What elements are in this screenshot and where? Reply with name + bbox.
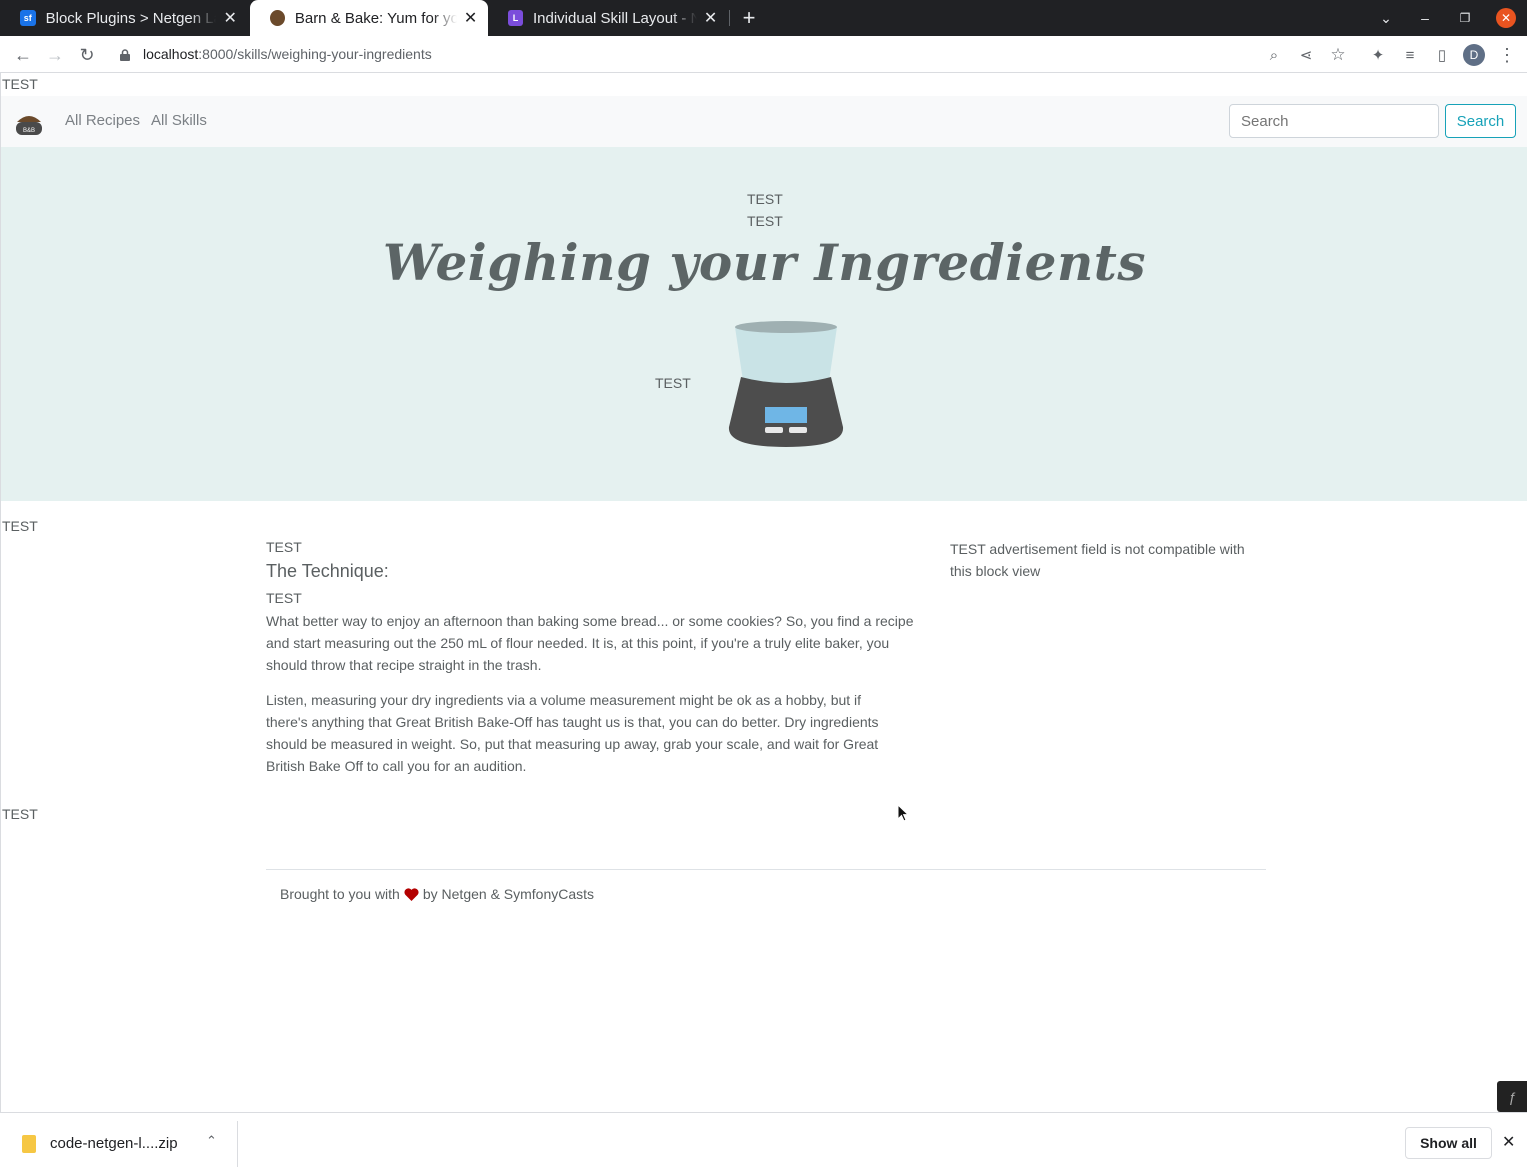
- media-control-icon[interactable]: ≡: [1397, 42, 1423, 68]
- minimize-icon[interactable]: –: [1405, 0, 1445, 36]
- main-content: TEST The Technique: TEST What better way…: [266, 538, 926, 778]
- close-window-button[interactable]: ✕: [1486, 0, 1526, 36]
- section-test-label: TEST: [2, 518, 38, 534]
- symfony-toolbar-toggle[interactable]: ƒ: [1497, 1081, 1527, 1112]
- barn-bake-favicon-icon: [270, 10, 285, 26]
- kitchen-scale-illustration: [725, 319, 847, 449]
- browser-tab-strip: sf Block Plugins > Netgen Layouts ✕ Barn…: [0, 0, 1527, 36]
- new-tab-icon[interactable]: +: [729, 0, 769, 36]
- sidebar-ad-notice: TEST advertisement field is not compatib…: [950, 541, 1245, 579]
- svg-text:B&B: B&B: [23, 128, 35, 134]
- browser-toolbar: ← → ↻ localhost:8000/skills/weighing-you…: [0, 36, 1527, 73]
- side-panel-icon[interactable]: ▯: [1429, 42, 1455, 68]
- tab-search-chevron-icon[interactable]: ⌄: [1366, 0, 1406, 36]
- chevron-up-icon[interactable]: ⌃: [206, 1133, 217, 1149]
- page-title: Weighing your Ingredients: [382, 233, 1147, 292]
- section-test-label: TEST: [2, 806, 38, 822]
- address-bar[interactable]: localhost:8000/skills/weighing-your-ingr…: [120, 41, 1260, 67]
- extensions-puzzle-icon[interactable]: ✦: [1365, 42, 1391, 68]
- downloads-bar: code-netgen-l....zip ⌃ Show all ✕: [0, 1112, 1527, 1173]
- content-test-label: TEST: [266, 539, 302, 555]
- netgen-layouts-favicon-icon: L: [508, 10, 523, 26]
- tab-barn-and-bake[interactable]: Barn & Bake: Yum for your tummy ✕: [250, 0, 488, 36]
- tab-title: Barn & Bake: Yum for your tummy: [294, 9, 458, 27]
- forward-arrow-icon[interactable]: →: [42, 42, 68, 68]
- url-path: :8000/skills/weighing-your-ingredients: [198, 46, 432, 62]
- back-arrow-icon[interactable]: ←: [10, 42, 36, 68]
- layout-test-label: TEST: [2, 76, 38, 92]
- tab-individual-skill-layout[interactable]: L Individual Skill Layout - Netgen Layou…: [488, 0, 728, 36]
- footer-credit: Brought to you with by Netgen & SymfonyC…: [280, 886, 594, 902]
- profile-avatar[interactable]: D: [1461, 42, 1487, 68]
- nav-link-all-skills[interactable]: All Skills: [151, 112, 207, 129]
- close-downloads-icon[interactable]: ✕: [1502, 1132, 1515, 1152]
- close-tab-icon[interactable]: ✕: [463, 8, 478, 28]
- barn-bake-logo[interactable]: B&B: [14, 108, 44, 138]
- close-window-icon: ✕: [1496, 8, 1516, 28]
- zip-file-icon: [22, 1135, 36, 1153]
- search-button[interactable]: Search: [1445, 104, 1516, 138]
- tab-title: Individual Skill Layout - Netgen Layouts: [533, 9, 698, 27]
- browser-menu-icon[interactable]: ⋮: [1494, 42, 1520, 68]
- download-file-name[interactable]: code-netgen-l....zip: [50, 1135, 178, 1152]
- nav-link-all-recipes[interactable]: All Recipes: [65, 112, 140, 129]
- divider: [237, 1121, 238, 1167]
- zoom-icon[interactable]: ⌕: [1261, 42, 1287, 68]
- close-tab-icon[interactable]: ✕: [222, 8, 238, 28]
- share-icon[interactable]: ⋖: [1293, 42, 1319, 68]
- footer-text-before: Brought to you with: [280, 886, 400, 902]
- hero-banner: TEST TEST Weighing your Ingredients TEST: [1, 147, 1527, 501]
- section-heading: The Technique:: [266, 561, 389, 581]
- show-all-button[interactable]: Show all: [1405, 1127, 1492, 1159]
- close-tab-icon[interactable]: ✕: [703, 8, 718, 28]
- reload-icon[interactable]: ↻: [74, 42, 100, 68]
- mouse-cursor-icon: [897, 803, 910, 827]
- hero-test-label: TEST: [747, 191, 783, 207]
- footer-text-after: by Netgen & SymfonyCasts: [422, 886, 595, 902]
- body-paragraph: Listen, measuring your dry ingredients v…: [266, 692, 879, 774]
- symfony-favicon-icon: sf: [20, 10, 36, 26]
- hero-test-label: TEST: [747, 213, 783, 229]
- tab-title: Block Plugins > Netgen Layouts: [45, 9, 217, 27]
- profile-initial: D: [1463, 44, 1485, 66]
- restore-icon[interactable]: ❐: [1445, 0, 1485, 36]
- lock-icon: [120, 48, 130, 61]
- body-paragraph: What better way to enjoy an afternoon th…: [266, 613, 914, 673]
- search-input[interactable]: [1229, 104, 1439, 138]
- site-navbar: B&B All Recipes All Skills Search: [1, 96, 1527, 147]
- hero-image-test-label: TEST: [655, 375, 691, 391]
- bookmark-star-icon[interactable]: ☆: [1325, 42, 1351, 68]
- url-host: localhost: [143, 46, 199, 62]
- footer-divider: [266, 869, 1266, 870]
- heart-icon: [404, 887, 419, 901]
- tab-block-plugins[interactable]: sf Block Plugins > Netgen Layouts ✕: [0, 0, 248, 36]
- content-test-label: TEST: [266, 590, 302, 606]
- page-viewport: TEST B&B All Recipes All Skills Search T…: [0, 73, 1527, 1112]
